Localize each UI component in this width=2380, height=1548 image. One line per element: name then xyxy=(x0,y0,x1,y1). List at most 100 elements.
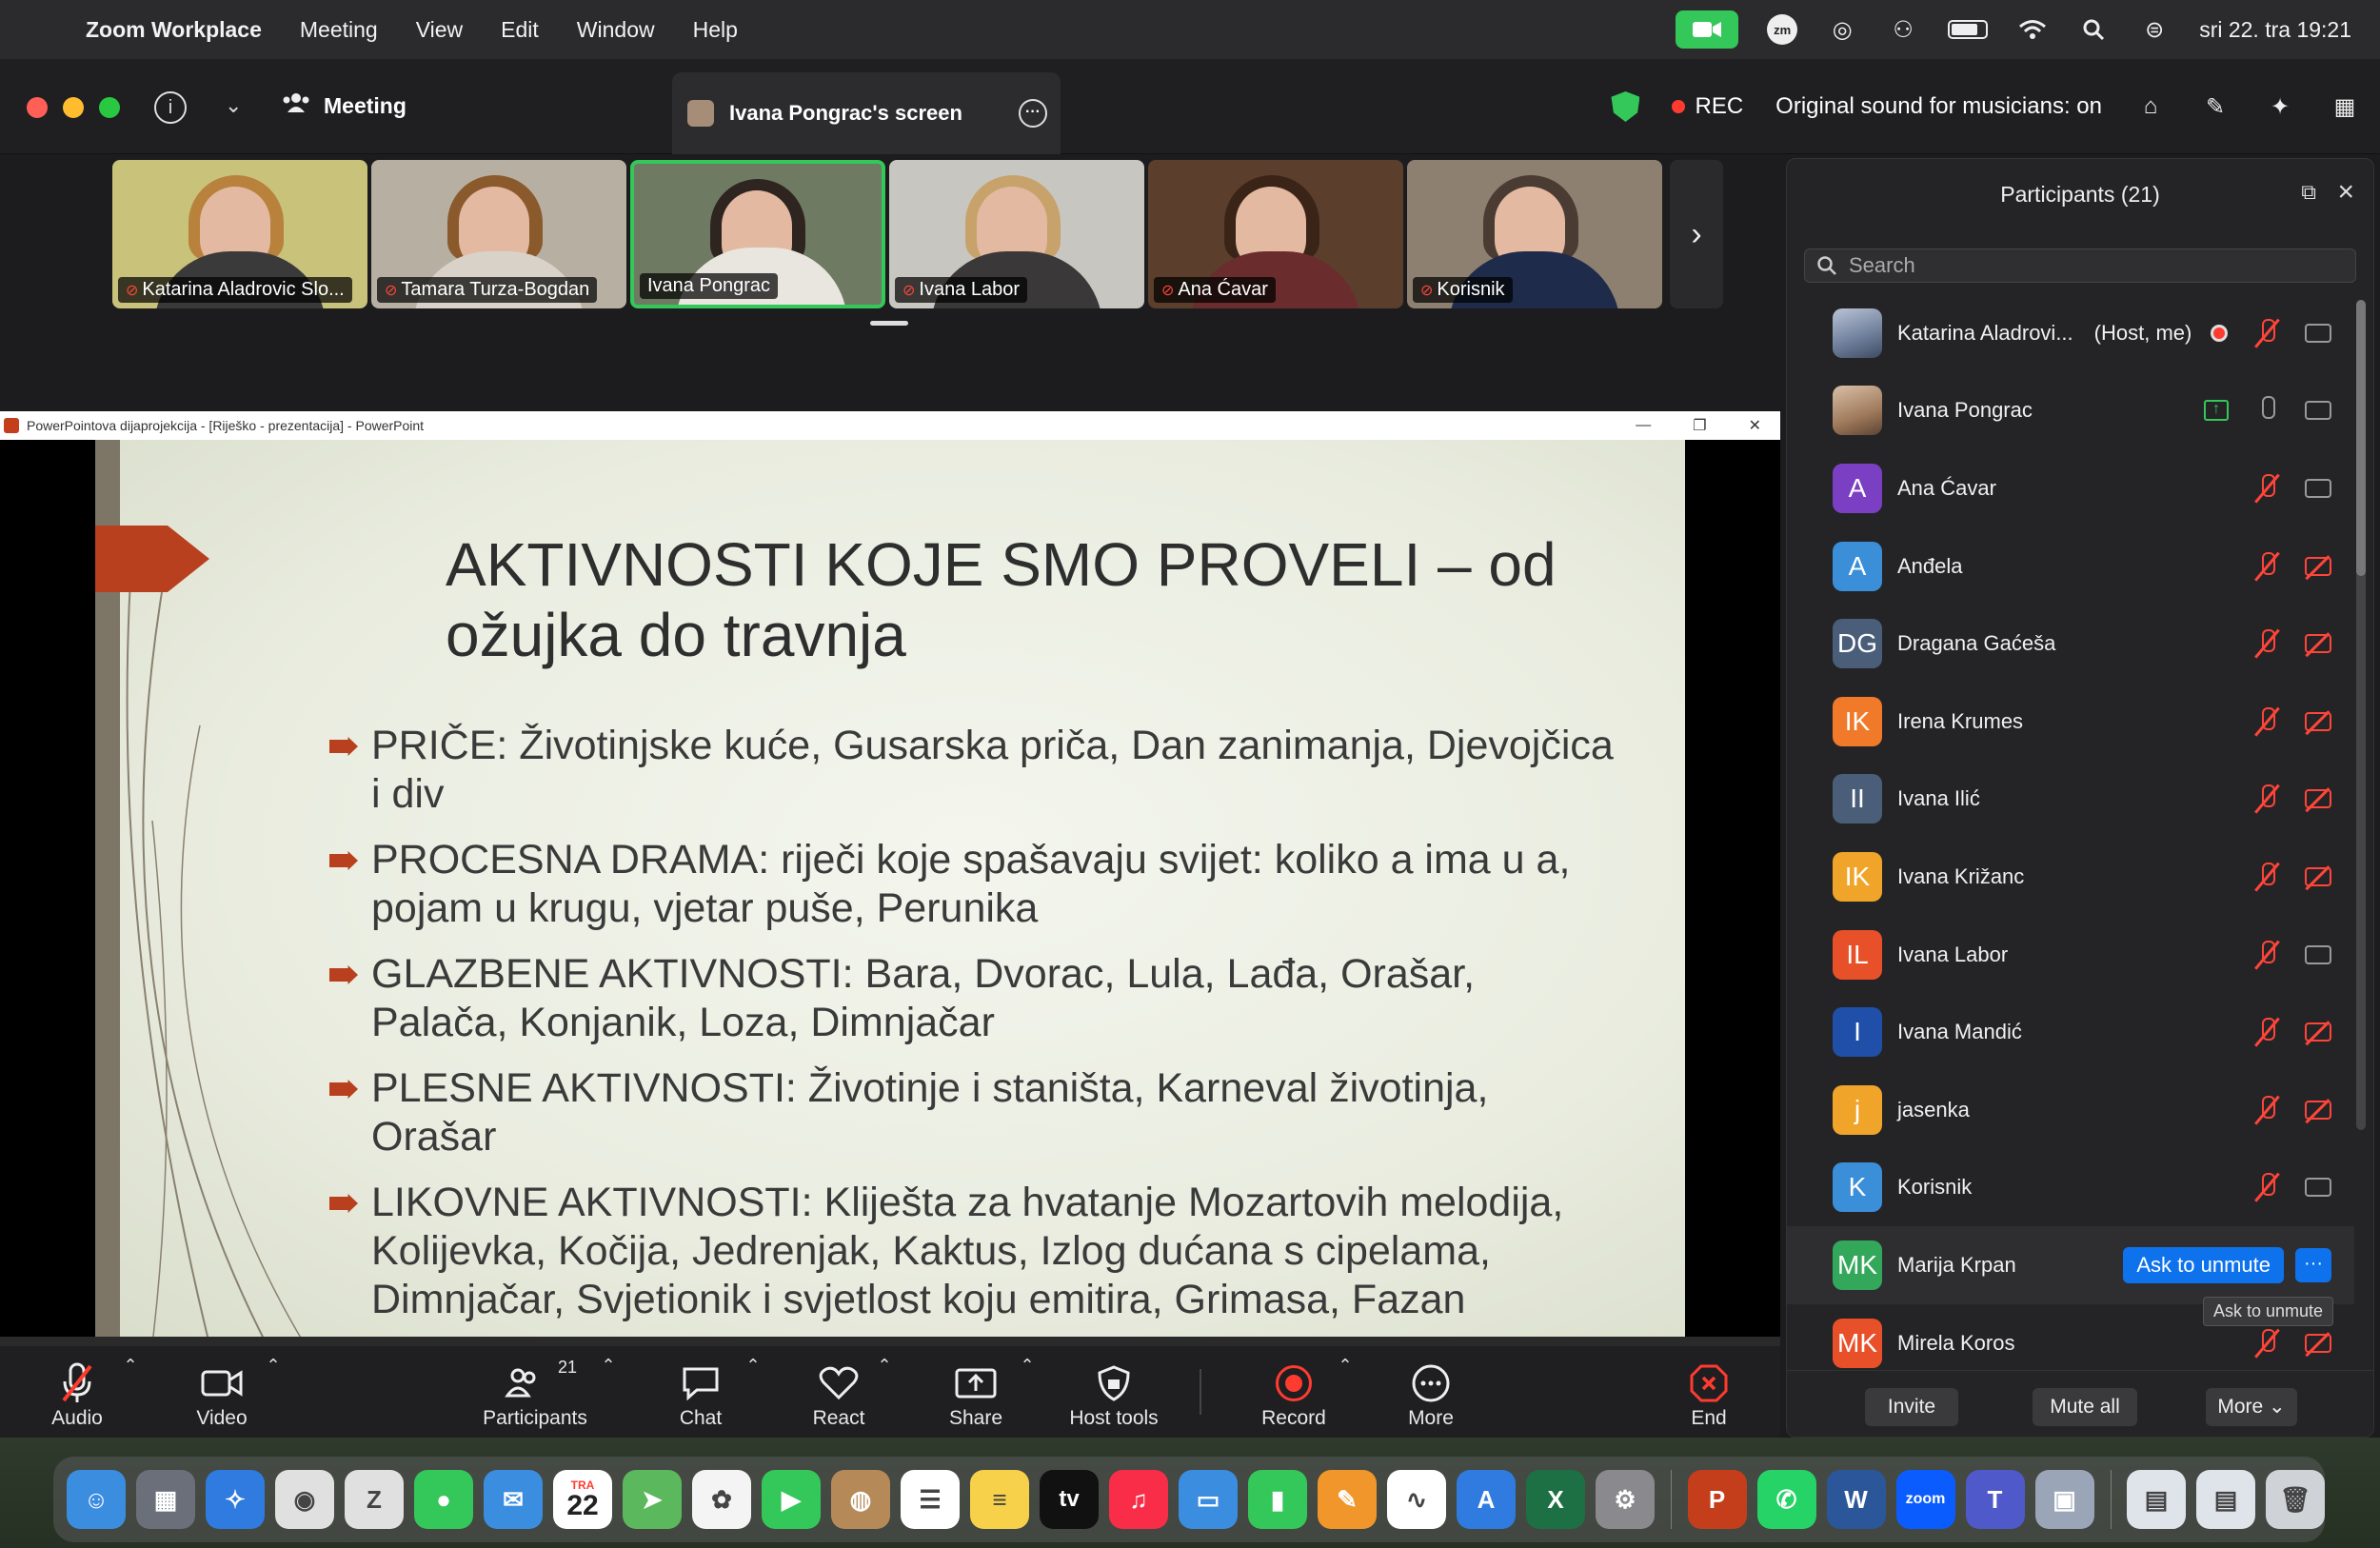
dock-system-settings-icon[interactable]: ⚙ xyxy=(1596,1470,1655,1529)
dock-keynote-icon[interactable]: ▭ xyxy=(1179,1470,1238,1529)
mic-muted-icon[interactable] xyxy=(2257,1018,2276,1046)
original-sound-toggle[interactable]: Original sound for musicians: on xyxy=(1775,93,2102,120)
video-tile[interactable]: ⊘ Katarina Aladrovic Slo... xyxy=(112,160,367,308)
wifi-icon[interactable] xyxy=(2016,13,2049,46)
camera-off-icon[interactable] xyxy=(2305,634,2331,654)
participant-row[interactable]: DG Dragana Gaćeša xyxy=(1787,605,2354,683)
participants-options-caret[interactable]: ⌃ xyxy=(594,1346,623,1438)
dock-notes-icon[interactable]: ≡ xyxy=(970,1470,1029,1529)
participants-search-input[interactable]: Search xyxy=(1804,248,2356,283)
camera-icon[interactable] xyxy=(2305,401,2331,421)
dock-documents-2-icon[interactable]: ▤ xyxy=(2196,1470,2255,1529)
shared-screen[interactable]: PowerPointova dijaprojekcija - [Riješko … xyxy=(0,411,1780,1346)
camera-icon[interactable] xyxy=(2305,323,2331,343)
participant-row[interactable]: K Korisnik xyxy=(1787,1149,2354,1227)
camera-off-icon[interactable] xyxy=(2305,866,2331,886)
video-tile[interactable]: ⊘ Ivana Labor xyxy=(889,160,1144,308)
camera-off-icon[interactable] xyxy=(2305,789,2331,809)
chevron-down-icon[interactable]: ⌄ xyxy=(225,93,242,118)
video-tile[interactable]: ⊘ Korisnik xyxy=(1407,160,1662,308)
mic-muted-icon[interactable] xyxy=(2257,784,2276,813)
participant-row[interactable]: Ivana Pongrac ↑ xyxy=(1787,372,2354,450)
minimize-window-button[interactable] xyxy=(63,97,84,118)
camera-off-icon[interactable] xyxy=(2305,711,2331,731)
dock-preview-icon[interactable]: ▣ xyxy=(2034,1470,2094,1529)
menu-app-name[interactable]: Zoom Workplace xyxy=(86,17,262,43)
spotlight-search-icon[interactable] xyxy=(2077,13,2110,46)
meeting-info-icon[interactable]: i xyxy=(154,91,187,124)
dock-word-icon[interactable]: W xyxy=(1826,1470,1886,1529)
video-button[interactable]: Video xyxy=(190,1346,253,1438)
battery-icon[interactable] xyxy=(1948,20,1989,39)
screen-share-tab[interactable]: Ivana Pongrac's screen ··· xyxy=(672,72,1061,154)
react-options-caret[interactable]: ⌃ xyxy=(870,1346,899,1438)
end-button[interactable]: End xyxy=(1685,1346,1733,1438)
more-button[interactable]: More xyxy=(1403,1346,1458,1438)
dock-messages-icon[interactable]: ● xyxy=(414,1470,473,1529)
dock-contacts-icon[interactable]: ◍ xyxy=(831,1470,890,1529)
dock-trash-icon[interactable]: 🗑 xyxy=(2266,1470,2325,1529)
camera-icon[interactable] xyxy=(2305,1178,2331,1198)
dock-mail-icon[interactable]: ✉ xyxy=(484,1470,543,1529)
video-tile[interactable]: ⊘ Ana Ćavar xyxy=(1148,160,1403,308)
mic-muted-icon[interactable] xyxy=(2257,318,2276,347)
ask-to-unmute-button[interactable]: Ask to unmute xyxy=(2123,1246,2284,1283)
menu-window[interactable]: Window xyxy=(577,17,655,43)
dock-safari-icon[interactable]: ✧ xyxy=(206,1470,265,1529)
close-window-button[interactable] xyxy=(27,97,48,118)
share-button[interactable]: Share xyxy=(946,1346,1005,1438)
camera-in-use-icon[interactable] xyxy=(1676,10,1739,49)
dock-launchpad-icon[interactable]: ▦ xyxy=(136,1470,195,1529)
dock-documents-icon[interactable]: ▤ xyxy=(2127,1470,2186,1529)
participant-row[interactable]: IK Irena Krumes xyxy=(1787,683,2354,761)
mic-icon[interactable] xyxy=(2257,396,2276,425)
audio-button[interactable]: Audio xyxy=(46,1346,109,1438)
dock-chrome-icon[interactable]: ◉ xyxy=(275,1470,334,1529)
mic-muted-icon[interactable] xyxy=(2257,1328,2276,1358)
camera-off-icon[interactable] xyxy=(2305,1022,2331,1042)
share-options-caret[interactable]: ⌃ xyxy=(1013,1346,1041,1438)
zoom-status-icon[interactable]: zm xyxy=(1767,14,1798,45)
dock-zoom-icon[interactable]: zoom xyxy=(1895,1470,1955,1529)
menu-meeting[interactable]: Meeting xyxy=(300,17,378,43)
menu-help[interactable]: Help xyxy=(693,17,738,43)
dock-teams-icon[interactable]: T xyxy=(1965,1470,2025,1529)
mute-all-button[interactable]: Mute all xyxy=(2033,1388,2137,1426)
dock-powerpoint-icon[interactable]: P xyxy=(1687,1470,1747,1529)
react-button[interactable]: React xyxy=(807,1346,870,1438)
dock-whatsapp-icon[interactable]: ✆ xyxy=(1756,1470,1816,1529)
mic-muted-icon[interactable] xyxy=(2257,473,2276,503)
mic-muted-icon[interactable] xyxy=(2257,1095,2276,1124)
dock-photos-icon[interactable]: ✿ xyxy=(692,1470,751,1529)
chat-options-caret[interactable]: ⌃ xyxy=(739,1346,767,1438)
participant-more-button[interactable]: ··· xyxy=(2295,1247,2331,1282)
view-grid-icon[interactable]: ▦ xyxy=(2329,90,2361,123)
mic-muted-icon[interactable] xyxy=(2257,862,2276,891)
participant-row[interactable]: I Ivana Mandić xyxy=(1787,993,2354,1071)
more-options-icon[interactable]: ··· xyxy=(1019,99,1047,128)
pop-out-icon[interactable]: ⧉ xyxy=(2301,180,2316,205)
control-center-icon[interactable]: ⊜ xyxy=(2138,13,2171,46)
menu-view[interactable]: View xyxy=(416,17,463,43)
record-button[interactable]: Record xyxy=(1260,1346,1327,1438)
dock-facetime-icon[interactable]: ▶ xyxy=(762,1470,821,1529)
mic-muted-icon[interactable] xyxy=(2257,551,2276,581)
vpn-icon[interactable]: ◎ xyxy=(1826,13,1858,46)
security-shield-icon[interactable] xyxy=(1611,91,1640,122)
participant-row[interactable]: IK Ivana Križanc xyxy=(1787,838,2354,916)
mic-muted-icon[interactable] xyxy=(2257,940,2276,969)
video-tile[interactable]: ⊘ Tamara Turza-Bogdan xyxy=(371,160,626,308)
user-switch-icon[interactable]: ⚇ xyxy=(1887,13,1919,46)
camera-off-icon[interactable] xyxy=(2305,556,2331,576)
menu-edit[interactable]: Edit xyxy=(501,17,539,43)
zoom-window-button[interactable] xyxy=(99,97,120,118)
dock-calendar-icon[interactable]: TRA 22 xyxy=(553,1470,612,1529)
participant-row[interactable]: A Ana Ćavar xyxy=(1787,449,2354,527)
dock-reminders-icon[interactable]: ☰ xyxy=(901,1470,960,1529)
camera-icon[interactable] xyxy=(2305,944,2331,964)
chat-button[interactable]: Chat xyxy=(672,1346,729,1438)
video-tile[interactable]: Ivana Pongrac xyxy=(630,160,885,308)
meeting-menu[interactable]: Meeting xyxy=(282,91,407,120)
participant-row[interactable]: MK Marija Krpan Ask to unmute ··· xyxy=(1787,1226,2354,1304)
video-options-caret[interactable]: ⌃ xyxy=(259,1346,288,1438)
